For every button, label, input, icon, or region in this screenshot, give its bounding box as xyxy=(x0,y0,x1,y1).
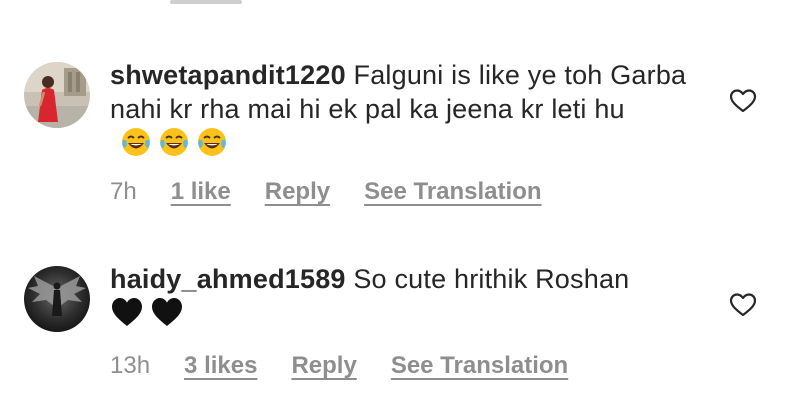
face-with-tears-of-joy-icon xyxy=(160,128,188,156)
like-button[interactable] xyxy=(729,88,757,114)
like-button[interactable] xyxy=(729,292,757,318)
likes-count-link[interactable]: 1 like xyxy=(171,178,231,206)
face-with-tears-of-joy-icon xyxy=(198,128,226,156)
see-translation-button[interactable]: See Translation xyxy=(391,352,568,380)
comment-body: shwetapandit1220 Falguni is like ye toh … xyxy=(110,58,700,160)
avatar[interactable] xyxy=(24,266,90,332)
comment-meta: 13h 3 likes Reply See Translation xyxy=(110,352,602,380)
comment-timestamp: 13h xyxy=(110,352,151,379)
avatar[interactable] xyxy=(24,62,90,128)
likes-count-link[interactable]: 3 likes xyxy=(184,352,257,380)
emoji-group xyxy=(110,296,184,328)
avatar-photo-icon xyxy=(24,266,90,332)
comment-username[interactable]: haidy_ahmed1589 xyxy=(110,264,346,294)
heart-outline-icon xyxy=(729,89,757,113)
black-heart-icon xyxy=(152,298,182,326)
avatar-photo-icon xyxy=(24,62,90,128)
reply-button[interactable]: Reply xyxy=(291,352,356,380)
face-with-tears-of-joy-icon xyxy=(122,128,150,156)
see-translation-button[interactable]: See Translation xyxy=(364,178,541,206)
heart-outline-icon xyxy=(729,293,757,317)
comment-username[interactable]: shwetapandit1220 xyxy=(110,60,346,90)
comment-timestamp: 7h xyxy=(110,178,137,205)
comment-text: So cute hrithik Roshan xyxy=(353,264,630,294)
black-heart-icon xyxy=(112,298,142,326)
comment-meta: 7h 1 like Reply See Translation xyxy=(110,178,576,206)
emoji-group xyxy=(120,126,228,158)
previous-comment-remnant xyxy=(170,0,242,4)
reply-button[interactable]: Reply xyxy=(265,178,330,206)
comment-body: haidy_ahmed1589 So cute hrithik Roshan xyxy=(110,262,700,332)
